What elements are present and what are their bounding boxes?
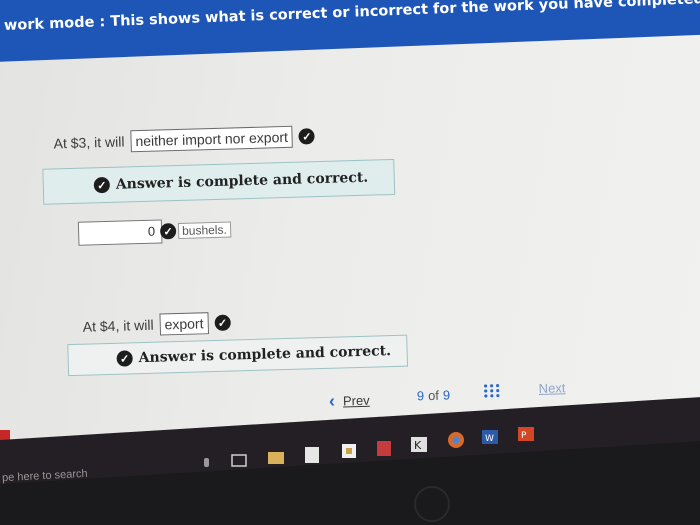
svg-text:W: W [485,434,494,444]
mic-icon[interactable] [204,458,209,467]
taskbar-icons: K W P [204,427,534,467]
chrome-icon[interactable] [448,432,464,448]
store-icon[interactable] [342,444,356,458]
powerpoint-icon[interactable]: P [518,427,534,441]
onenote-icon[interactable] [377,441,391,456]
svg-text:P: P [521,431,527,441]
task-view-icon[interactable] [231,454,247,467]
hp-logo [414,486,450,522]
svg-text:K: K [414,439,422,452]
sketch-icon[interactable]: K [411,437,427,452]
calculator-icon[interactable] [305,447,319,463]
word-icon[interactable]: W [482,430,498,444]
file-explorer-icon[interactable] [268,452,284,464]
